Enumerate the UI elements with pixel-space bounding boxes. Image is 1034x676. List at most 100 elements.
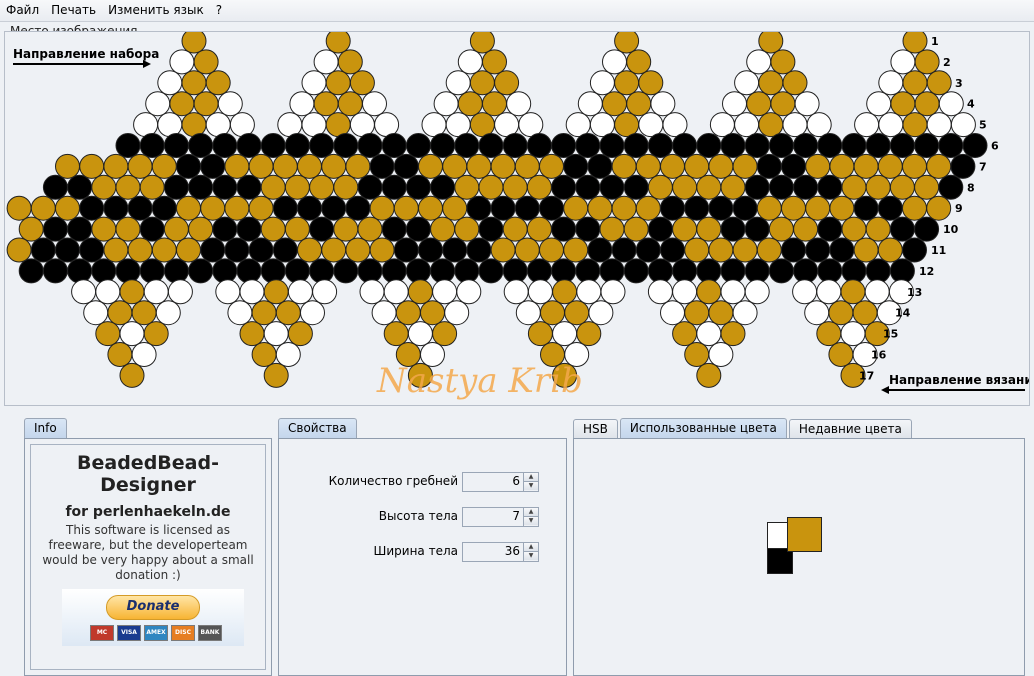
bead: [445, 112, 471, 138]
row-number: 4: [967, 98, 975, 111]
bead: [321, 195, 347, 221]
bead: [614, 112, 640, 138]
bead: [325, 112, 351, 138]
bead: [816, 279, 842, 305]
width-spinner[interactable]: 36 ▲ ▼: [462, 542, 539, 562]
menu-print[interactable]: Печать: [45, 0, 102, 21]
menu-help[interactable]: ?: [210, 0, 228, 21]
bead: [445, 70, 471, 96]
bead: [301, 70, 327, 96]
bead: [551, 258, 577, 284]
bead: [433, 91, 459, 117]
bead: [914, 216, 940, 242]
tab-recent-colors[interactable]: Недавние цвета: [788, 419, 912, 438]
bead: [672, 174, 698, 200]
donate-button[interactable]: Donate: [106, 595, 200, 620]
bead: [768, 258, 794, 284]
ridges-up-icon[interactable]: ▲: [524, 473, 538, 482]
bead: [454, 216, 480, 242]
bead: [526, 174, 552, 200]
bead: [260, 174, 286, 200]
height-spinner[interactable]: 7 ▲ ▼: [462, 507, 539, 527]
row-number: 9: [955, 202, 963, 215]
bead: [494, 70, 520, 96]
width-value[interactable]: 36: [505, 544, 520, 558]
bead: [272, 237, 298, 263]
height-value[interactable]: 7: [512, 509, 520, 523]
bead: [79, 195, 105, 221]
bead: [151, 195, 177, 221]
bead: [263, 362, 289, 388]
donate-area: Donate MC VISA AMEX DISC BANK: [62, 589, 244, 646]
bead: [251, 342, 277, 367]
bead: [950, 153, 976, 179]
bead: [145, 91, 171, 117]
swatch-gold[interactable]: [787, 517, 822, 552]
bead: [672, 279, 698, 305]
bead: [563, 153, 589, 179]
bead: [575, 174, 601, 200]
bead: [405, 174, 431, 200]
bead: [418, 237, 443, 263]
properties-panel: Свойства Количество гребней 6 ▲ ▼ Высота…: [278, 418, 567, 676]
tab-properties[interactable]: Свойства: [278, 418, 357, 438]
bead-canvas[interactable]: Направление набора 123456789101112131415…: [5, 32, 1029, 405]
bead: [938, 91, 964, 117]
bead: [623, 258, 649, 284]
bead: [816, 321, 842, 347]
prop-row-width: Ширина тела 36 ▲ ▼: [279, 542, 568, 562]
ridges-down-icon[interactable]: ▼: [524, 482, 538, 490]
menu-language[interactable]: Изменить язык: [102, 0, 210, 21]
menu-file[interactable]: Файл: [0, 0, 45, 21]
row-number: 14: [895, 307, 911, 320]
width-up-icon[interactable]: ▲: [524, 543, 538, 552]
row-number: 17: [859, 369, 874, 382]
bead: [349, 112, 375, 138]
bead: [672, 133, 698, 158]
bead: [169, 91, 195, 117]
bead: [236, 258, 262, 284]
bead: [18, 258, 44, 284]
bead: [611, 153, 637, 179]
bead: [758, 70, 784, 96]
bead: [224, 153, 250, 179]
height-up-icon[interactable]: ▲: [524, 508, 538, 517]
bead: [369, 153, 395, 179]
tab-hsb[interactable]: HSB: [573, 419, 618, 438]
bead: [478, 133, 504, 158]
bead: [457, 49, 483, 75]
bead: [79, 237, 105, 263]
bead: [289, 91, 315, 117]
bead: [732, 237, 758, 263]
bead: [577, 91, 603, 117]
bead: [647, 279, 673, 305]
bead: [236, 216, 262, 242]
bead: [734, 112, 760, 138]
tab-used-colors[interactable]: Использованные цвета: [619, 418, 787, 438]
ridges-value[interactable]: 6: [512, 474, 520, 488]
bead: [756, 195, 782, 221]
bead: [638, 70, 664, 96]
bead: [466, 153, 492, 179]
amex-icon: AMEX: [144, 625, 168, 641]
bead: [131, 300, 157, 326]
tab-info[interactable]: Info: [24, 418, 67, 438]
bead: [421, 112, 447, 138]
bead-grid[interactable]: [6, 32, 988, 388]
bead: [647, 174, 673, 200]
bead: [151, 153, 177, 179]
bead: [806, 112, 832, 138]
bead: [793, 133, 819, 158]
height-down-icon[interactable]: ▼: [524, 517, 538, 525]
bead: [527, 321, 553, 347]
bead: [926, 195, 952, 221]
bead: [143, 279, 169, 305]
ridges-spinner[interactable]: 6 ▲ ▼: [462, 472, 539, 492]
bead: [588, 300, 614, 326]
bead: [188, 133, 214, 158]
width-down-icon[interactable]: ▼: [524, 552, 538, 560]
bead: [325, 32, 351, 54]
bead: [151, 237, 177, 263]
bead: [115, 133, 141, 158]
bead: [854, 112, 880, 138]
